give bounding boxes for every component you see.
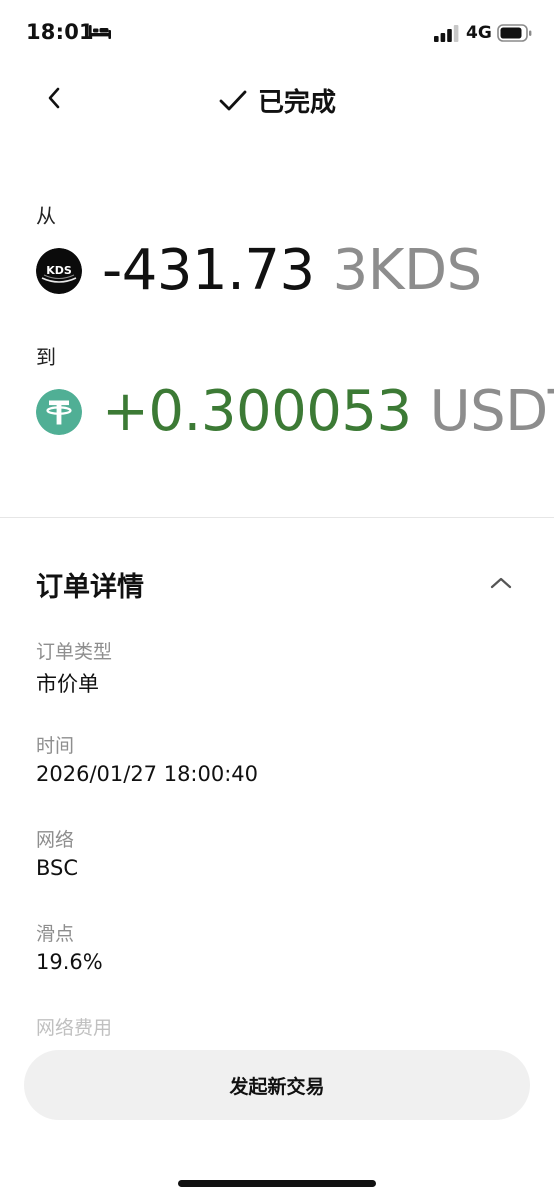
- collapse-details-button[interactable]: [484, 568, 518, 598]
- detail-label-slippage: 滑点: [36, 923, 75, 945]
- nav-title: 已完成: [0, 82, 554, 119]
- to-row: +0.300053 USDT: [36, 384, 554, 440]
- home-indicator: [178, 1180, 376, 1187]
- section-divider: [0, 517, 554, 518]
- from-label: 从: [36, 204, 56, 228]
- network-type: 4G: [466, 23, 492, 43]
- sleep-bed-icon: [88, 24, 112, 44]
- status-bar: 18:01 4G: [0, 0, 554, 68]
- from-row: KDS -431.73 3KDS: [36, 243, 482, 299]
- new-trade-button[interactable]: 发起新交易: [24, 1050, 530, 1120]
- kds-token-icon: KDS: [36, 248, 82, 294]
- to-label: 到: [36, 345, 56, 369]
- page-title: 已完成: [257, 88, 336, 118]
- battery-icon: [497, 23, 533, 47]
- chevron-up-icon: [490, 577, 512, 589]
- detail-label-order-type: 订单类型: [36, 641, 113, 663]
- detail-value-time: 2026/01/27 18:00:40: [36, 762, 259, 786]
- transaction-detail-screen: 18:01 4G 已完成 从 KDS -431.73 3KDS 到 +0.300…: [0, 0, 554, 1200]
- nav-bar: 已完成: [0, 68, 554, 128]
- order-details-title: 订单详情: [36, 572, 144, 603]
- detail-value-network: BSC: [36, 856, 79, 880]
- detail-value-order-type: 市价单: [36, 672, 99, 696]
- detail-label-network: 网络: [36, 829, 75, 851]
- usdt-token-icon: [36, 389, 82, 435]
- detail-label-time: 时间: [36, 735, 75, 757]
- detail-value-slippage: 19.6%: [36, 950, 103, 974]
- from-symbol: 3KDS: [332, 238, 483, 303]
- detail-label-network-fee: 网络费用: [36, 1017, 113, 1039]
- to-symbol: USDT: [429, 379, 554, 444]
- to-amount: +0.300053: [102, 379, 412, 444]
- kds-icon-text: KDS: [46, 264, 72, 277]
- checkmark-icon: [219, 90, 247, 110]
- status-time: 18:01: [26, 20, 94, 44]
- cellular-signal-icon: [434, 24, 460, 42]
- from-amount: -431.73: [102, 238, 315, 303]
